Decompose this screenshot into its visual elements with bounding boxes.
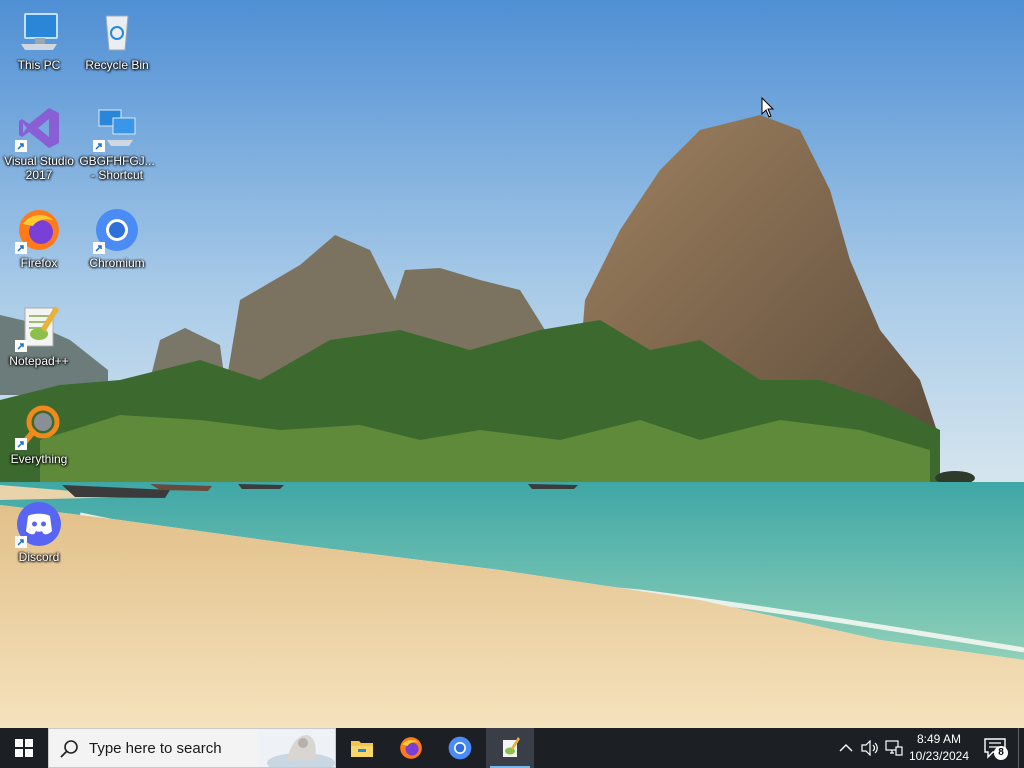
taskbar-app-file-explorer[interactable]	[338, 728, 386, 768]
clock-time: 8:49 AM	[916, 732, 962, 746]
desktop-icon-label: Discord	[18, 550, 60, 564]
desktop-icon-chromium[interactable]: Chromium	[79, 206, 155, 270]
search-icon	[60, 740, 78, 758]
taskbar: Type here to search 8:49 AM 10/23/2024 8	[0, 728, 1024, 768]
start-button[interactable]	[0, 728, 48, 768]
shortcut-arrow-icon	[93, 140, 105, 152]
desktop-icon-notepadpp[interactable]: Notepad++	[1, 304, 77, 368]
notepadpp-icon	[503, 737, 520, 757]
desktop[interactable]: This PC Recycle Bin Visual Studio 2017 G…	[0, 0, 1024, 728]
desktop-icon-label: Visual Studio 2017	[4, 154, 74, 182]
taskbar-search-box[interactable]: Type here to search	[48, 728, 336, 768]
mouse-cursor-icon	[761, 97, 775, 118]
recycle-bin-icon	[105, 15, 129, 51]
shortcut-arrow-icon	[93, 242, 105, 254]
volume-button[interactable]	[860, 738, 880, 758]
desktop-icon-label: Firefox	[20, 256, 58, 270]
firefox-icon	[400, 737, 422, 759]
desktop-icon-label: Recycle Bin	[85, 58, 149, 72]
shortcut-arrow-icon	[15, 242, 27, 254]
file-explorer-icon	[351, 741, 373, 757]
desktop-icon-label: GBGFHFGJ... - Shortcut	[79, 154, 155, 182]
action-center-button[interactable]: 8	[980, 734, 1010, 762]
taskbar-clock[interactable]: 8:49 AM 10/23/2024	[906, 731, 972, 765]
desktop-icon-recycle-bin[interactable]: Recycle Bin	[79, 8, 155, 72]
shortcut-arrow-icon	[15, 340, 27, 352]
shortcut-arrow-icon	[15, 140, 27, 152]
show-hidden-icons-button[interactable]	[836, 738, 856, 758]
show-desktop-button[interactable]	[1018, 728, 1024, 768]
taskbar-app-firefox[interactable]	[387, 728, 435, 768]
desktop-icon-firefox[interactable]: Firefox	[1, 206, 77, 270]
shortcut-arrow-icon	[15, 536, 27, 548]
desktop-icon-label: This PC	[17, 58, 61, 72]
desktop-icon-gbgfhfgj-shortcut[interactable]: GBGFHFGJ... - Shortcut	[79, 104, 155, 182]
chromium-icon	[448, 736, 472, 760]
search-highlight-image	[257, 729, 335, 767]
network-icon	[885, 740, 903, 756]
shortcut-arrow-icon	[15, 438, 27, 450]
windows-logo-icon	[15, 739, 33, 757]
desktop-icon-label: Chromium	[89, 256, 145, 270]
network-button[interactable]	[884, 738, 904, 758]
desktop-icon-discord[interactable]: Discord	[1, 500, 77, 564]
computer-icon	[21, 13, 58, 50]
chevron-up-icon	[839, 744, 853, 752]
notification-count-badge: 8	[994, 746, 1008, 760]
clock-date: 10/23/2024	[908, 749, 970, 763]
speaker-icon	[861, 740, 878, 756]
desktop-icon-label: Everything	[10, 452, 68, 466]
search-placeholder: Type here to search	[89, 740, 222, 757]
taskbar-app-notepadpp[interactable]	[486, 728, 534, 768]
taskbar-app-chromium[interactable]	[436, 728, 484, 768]
desktop-icon-label: Notepad++	[9, 354, 69, 368]
desktop-icon-everything[interactable]: Everything	[1, 402, 77, 466]
desktop-icon-visual-studio[interactable]: Visual Studio 2017	[1, 104, 77, 182]
desktop-icon-this-pc[interactable]: This PC	[1, 8, 77, 72]
